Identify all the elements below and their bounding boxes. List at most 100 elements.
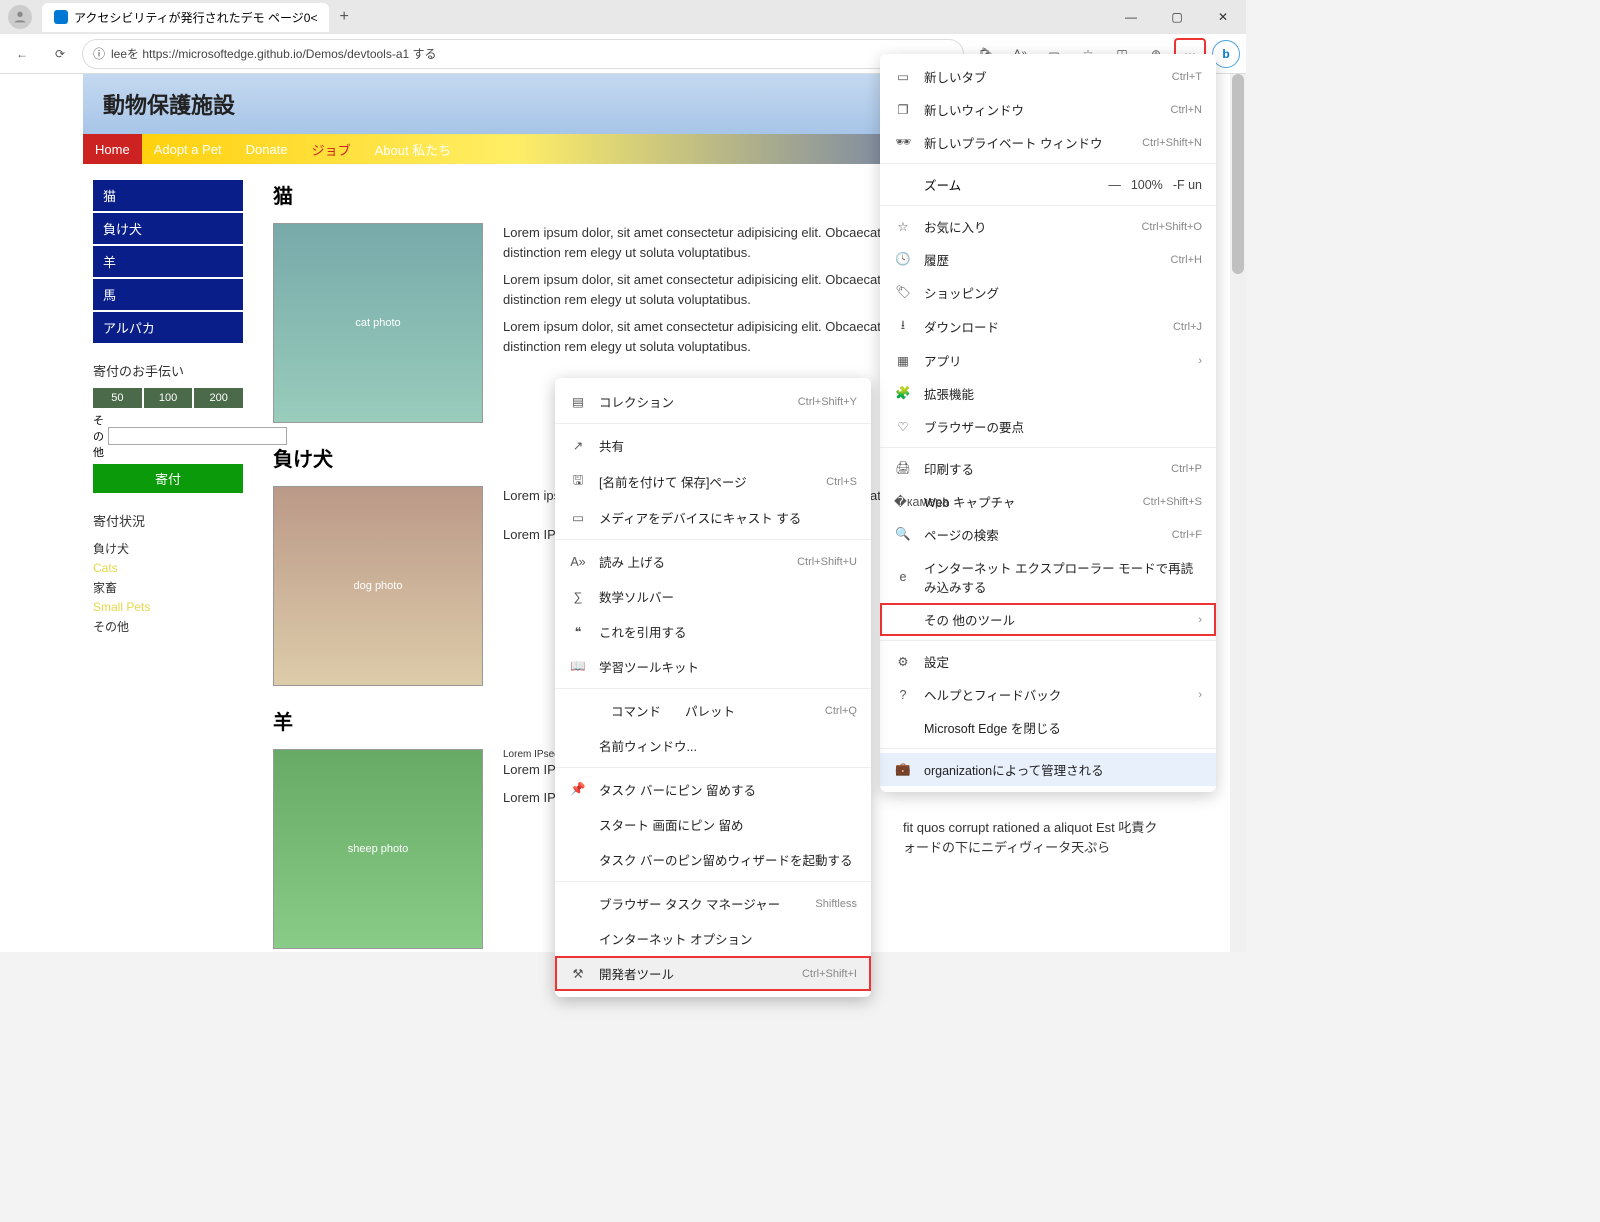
- cast-icon: ▭: [569, 510, 587, 525]
- menu-help[interactable]: ?ヘルプとフィードバック›: [880, 678, 1216, 711]
- menu-find[interactable]: 🔍ページの検索Ctrl+F: [880, 518, 1216, 551]
- menu-new-tab[interactable]: ▭新しいタブCtrl+T: [880, 60, 1216, 93]
- menu-shopping[interactable]: 🏷ショッピング: [880, 276, 1216, 309]
- minimize-button[interactable]: —: [1108, 0, 1154, 34]
- nav-about[interactable]: About 私たち: [363, 134, 464, 164]
- bing-button[interactable]: b: [1212, 40, 1240, 68]
- close-button[interactable]: ✕: [1200, 0, 1246, 34]
- menu-favorites[interactable]: ☆お気に入りCtrl+Shift+O: [880, 210, 1216, 243]
- star-icon: ☆: [894, 219, 912, 234]
- site-info-icon[interactable]: ⓘ: [93, 45, 105, 62]
- pin-icon: 📌: [569, 782, 587, 797]
- menu-iemode[interactable]: eインターネット エクスプローラー モードで再読み込みする: [880, 551, 1216, 603]
- sub-share[interactable]: ↗共有: [555, 428, 871, 463]
- back-button[interactable]: ←: [6, 38, 38, 70]
- scroll-thumb[interactable]: [1232, 74, 1244, 274]
- menu-new-inprivate[interactable]: 🕶新しいプライベート ウィンドウCtrl+Shift+N: [880, 126, 1216, 159]
- sidebar-item-cat[interactable]: 猫: [93, 180, 243, 211]
- sub-cast[interactable]: ▭メディアをデバイスにキャスト する: [555, 500, 871, 535]
- search-icon: 🔍: [894, 527, 912, 542]
- sub-internet-options[interactable]: インターネット オプション: [555, 921, 871, 956]
- extensions-icon: 🧩: [894, 386, 912, 401]
- url-text: leeを https://microsoftedge.github.io/Dem…: [111, 45, 437, 62]
- sidebar-item-alpaca[interactable]: アルパカ: [93, 312, 243, 343]
- math-icon: ∑: [569, 590, 587, 604]
- menu-settings[interactable]: ⚙設定: [880, 645, 1216, 678]
- sub-command-palette[interactable]: コマンドパレットCtrl+Q: [555, 693, 871, 728]
- read-icon: A»: [569, 555, 587, 569]
- donate-100[interactable]: 100: [144, 388, 193, 408]
- nav-home[interactable]: Home: [83, 134, 142, 164]
- sheep-image: sheep photo: [273, 749, 483, 949]
- sub-collections[interactable]: ▤コレクションCtrl+Shift+Y: [555, 384, 871, 419]
- menu-new-window[interactable]: ❐新しいウィンドウCtrl+N: [880, 93, 1216, 126]
- status-item: Cats: [93, 559, 243, 577]
- menu-extensions[interactable]: 🧩拡張機能: [880, 377, 1216, 410]
- sub-pin-wizard[interactable]: タスク バーのピン留めウィザードを起動する: [555, 842, 871, 877]
- chevron-right-icon: ›: [1198, 614, 1202, 626]
- browser-tab[interactable]: アクセシビリティが発行されたデモ ページ0<: [42, 3, 329, 32]
- page-sidebar: 猫 負け犬 羊 馬 アルパカ 寄付のお手伝い 50 100 200 その他 寄付…: [83, 164, 253, 952]
- zoom-out-button[interactable]: —: [1108, 178, 1121, 192]
- sub-task-manager[interactable]: ブラウザー タスク マネージャーShiftless: [555, 886, 871, 921]
- status-item: 家畜: [93, 577, 243, 598]
- menu-apps[interactable]: ▦アプリ›: [880, 344, 1216, 377]
- menu-history[interactable]: 🕓履歴Ctrl+H: [880, 243, 1216, 276]
- more-tools-submenu: ▤コレクションCtrl+Shift+Y ↗共有 🖫[名前を付けて 保存]ページC…: [555, 378, 871, 997]
- tab-icon: ▭: [894, 69, 912, 84]
- status-item: その他: [93, 616, 243, 637]
- sub-cite[interactable]: ❝これを引用する: [555, 614, 871, 649]
- sidebar-item-dog[interactable]: 負け犬: [93, 213, 243, 244]
- browser-main-menu: ▭新しいタブCtrl+T ❐新しいウィンドウCtrl+N 🕶新しいプライベート …: [880, 54, 1216, 792]
- sub-pin-taskbar[interactable]: 📌タスク バーにピン 留めする: [555, 772, 871, 807]
- heart-icon: ♡: [894, 419, 912, 434]
- sidebar-item-sheep[interactable]: 羊: [93, 246, 243, 277]
- donate-submit[interactable]: 寄付: [93, 464, 243, 493]
- cite-icon: ❝: [569, 624, 587, 639]
- zoom-pct: 100%: [1131, 178, 1163, 192]
- new-tab-button[interactable]: +: [335, 4, 352, 30]
- donate-200[interactable]: 200: [194, 388, 243, 408]
- status-item: Small Pets: [93, 598, 243, 616]
- collections-icon: ▤: [569, 394, 587, 409]
- tab-title: アクセシビリティが発行されたデモ ページ0<: [74, 9, 317, 26]
- menu-print[interactable]: 🖨印刷するCtrl+P: [880, 452, 1216, 485]
- nav-donate[interactable]: Donate: [234, 134, 300, 164]
- menu-close-edge[interactable]: Microsoft Edge を閉じる: [880, 711, 1216, 744]
- nav-jobs[interactable]: ジョブ: [300, 134, 363, 164]
- status-heading: 寄付状況: [93, 511, 243, 530]
- profile-icon[interactable]: [8, 5, 32, 29]
- dog-image: dog photo: [273, 486, 483, 686]
- status-item: 負け犬: [93, 538, 243, 559]
- sub-learning[interactable]: 📖学習ツールキット: [555, 649, 871, 684]
- scrollbar[interactable]: [1230, 74, 1246, 952]
- sidebar-item-horse[interactable]: 馬: [93, 279, 243, 310]
- donation-heading: 寄付のお手伝い: [93, 361, 243, 380]
- menu-essentials[interactable]: ♡ブラウザーの要点: [880, 410, 1216, 443]
- menu-webcapture[interactable]: �камерaWeb キャプチャCtrl+Shift+S: [880, 485, 1216, 518]
- sub-developer-tools[interactable]: ⚒開発者ツールCtrl+Shift+I: [555, 956, 871, 991]
- titlebar: アクセシビリティが発行されたデモ ページ0< + — ▢ ✕: [0, 0, 1246, 34]
- sub-name-window[interactable]: 名前ウィンドウ...: [555, 728, 871, 763]
- menu-managed[interactable]: 💼organizationによって管理される: [880, 753, 1216, 786]
- inprivate-icon: 🕶: [894, 135, 912, 150]
- sub-save-as[interactable]: 🖫[名前を付けて 保存]ページCtrl+S: [555, 463, 871, 500]
- download-icon: ⭳: [894, 316, 912, 337]
- gear-icon: ⚙: [894, 654, 912, 669]
- save-icon: 🖫: [569, 471, 587, 492]
- menu-more-tools[interactable]: その 他のツール›: [880, 603, 1216, 636]
- maximize-button[interactable]: ▢: [1154, 0, 1200, 34]
- zoom-full[interactable]: -F un: [1173, 178, 1202, 192]
- refresh-button[interactable]: ⟳: [44, 38, 76, 70]
- menu-downloads[interactable]: ⭳ダウンロードCtrl+J: [880, 309, 1216, 344]
- sub-read-aloud[interactable]: A»読み 上げるCtrl+Shift+U: [555, 544, 871, 579]
- tab-favicon-icon: [54, 10, 68, 24]
- address-bar[interactable]: ⓘ leeを https://microsoftedge.github.io/D…: [82, 39, 964, 69]
- sub-math[interactable]: ∑数学ソルバー: [555, 579, 871, 614]
- nav-adopt[interactable]: Adopt a Pet: [142, 134, 234, 164]
- donate-50[interactable]: 50: [93, 388, 142, 408]
- sub-pin-start[interactable]: スタート 画面にピン 留め: [555, 807, 871, 842]
- history-icon: 🕓: [894, 252, 912, 267]
- sheep-extra: fit quos corrupt rationed a aliquot Est …: [903, 818, 1163, 857]
- menu-zoom: ズーム—100%-F un: [880, 168, 1216, 201]
